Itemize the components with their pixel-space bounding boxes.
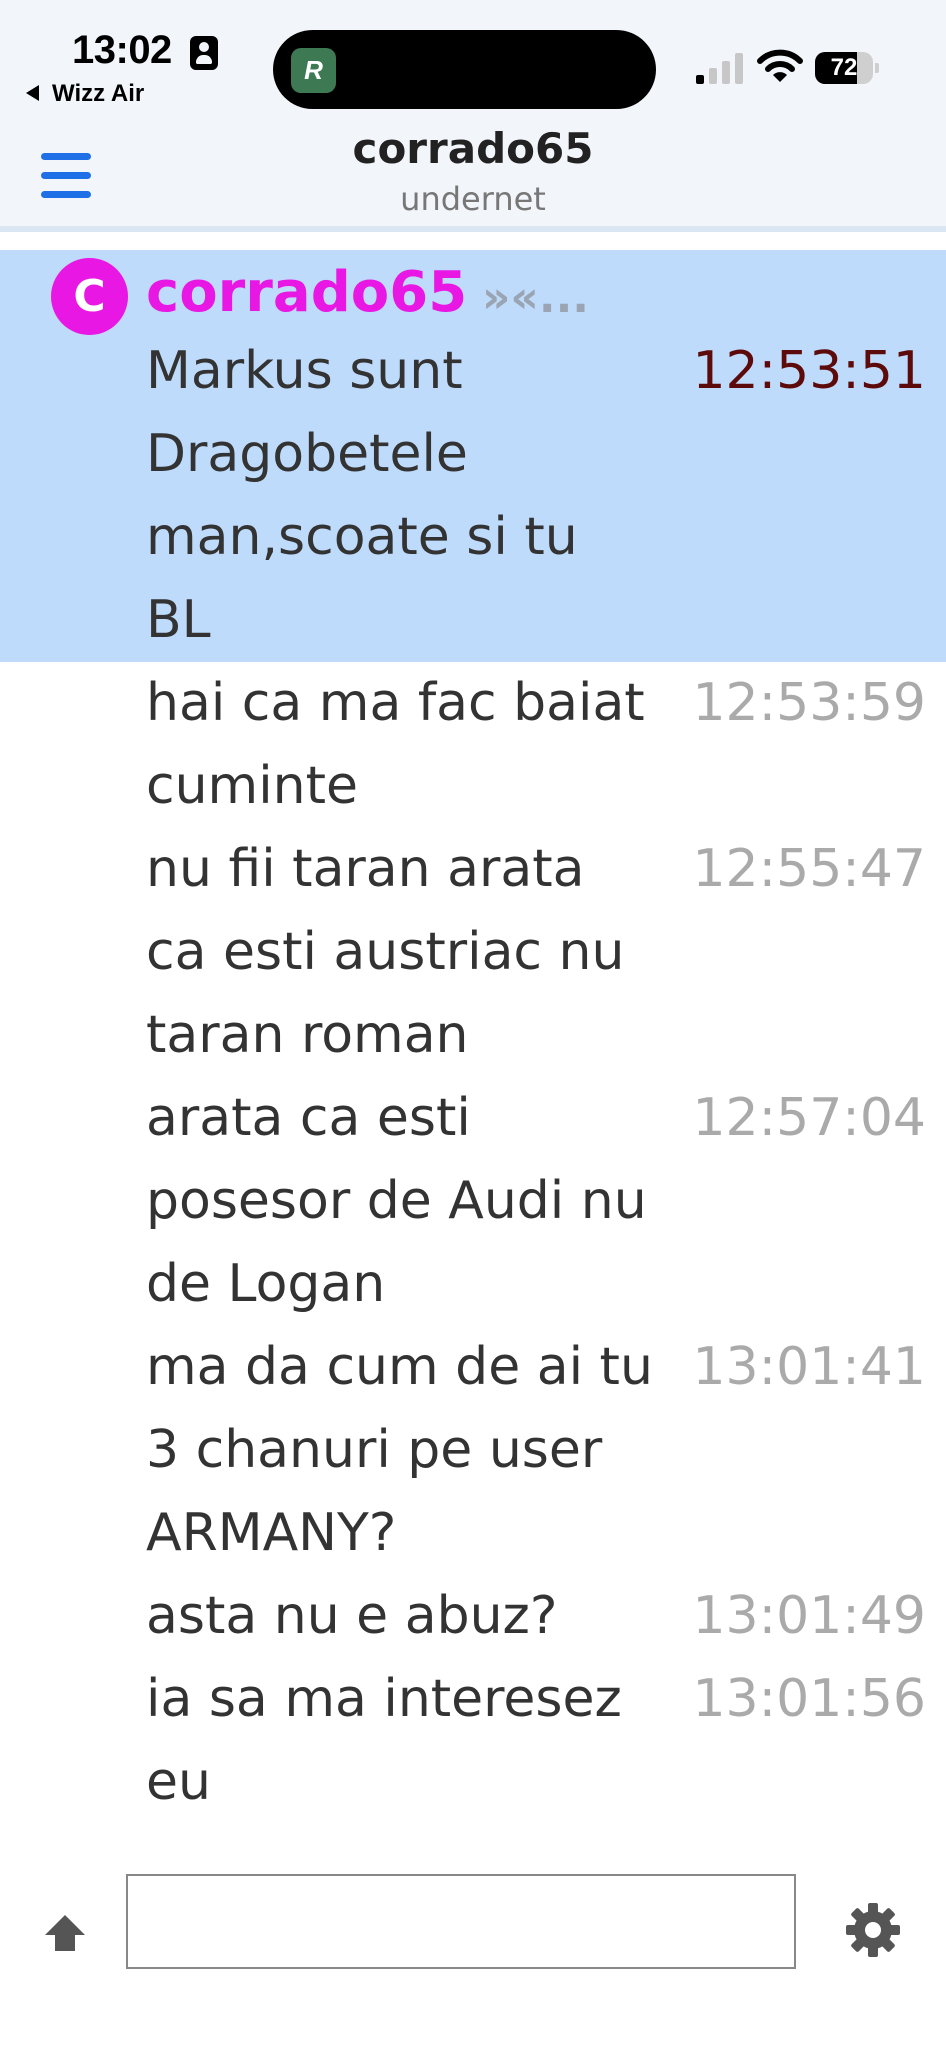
message-time: 12:55:47 [692,839,926,899]
message-time: 13:01:41 [692,1337,926,1397]
wifi-icon [757,49,803,82]
battery-level: 72 [830,54,858,81]
message-row[interactable]: hai ca ma fac baiat cuminte 12:53:59 [0,662,946,828]
message-time: 13:01:56 [692,1669,926,1729]
message-time: 12:53:59 [692,673,926,733]
nick-suffix: »«... [482,272,589,323]
network-name: undernet [400,180,546,218]
message-row[interactable]: ia sa ma interesez eu 13:01:56 [0,1658,946,1824]
message-input[interactable] [126,1874,796,1969]
message-time: 12:53:51 [692,341,926,401]
message-highlighted[interactable]: C corrado65 »«... Markus sunt Dragobetel… [0,250,946,662]
message-row[interactable]: nu fii taran arata ca esti austriac nu t… [0,828,946,1077]
message-text: asta nu e abuz? [146,1586,558,1646]
shift-arrow-icon[interactable] [43,1913,87,1953]
avatar[interactable]: C [51,258,128,335]
status-time: 13:02 [72,28,172,72]
message-text: arata ca esti posesor de Audi nu de Loga… [146,1088,647,1314]
lock-icon [190,36,218,70]
signal-icon [696,52,744,84]
dynamic-island: R [273,30,656,109]
message-row[interactable]: ma da cum de ai tu 3 chanuri pe user ARM… [0,1326,946,1575]
message-text: hai ca ma fac baiat cuminte [146,673,645,816]
message-text: ia sa ma interesez eu [146,1669,622,1812]
nick-label[interactable]: corrado65 [146,260,467,326]
back-to-app-link[interactable]: Wizz Air [52,80,144,108]
message-text: nu fii taran arata ca esti austriac nu t… [146,839,625,1065]
header-divider [0,226,946,232]
message-text: ma da cum de ai tu 3 chanuri pe user ARM… [146,1337,653,1563]
battery-icon: 72 [815,52,879,84]
channel-title: corrado65 [352,124,594,173]
message-row[interactable]: asta nu e abuz? 13:01:49 [0,1575,946,1658]
message-time: 13:01:49 [692,1586,926,1646]
message-text: Markus sunt Dragobetele man,scoate si tu… [146,341,578,650]
message-list[interactable]: C corrado65 »«... Markus sunt Dragobetel… [0,250,946,1824]
gear-icon[interactable] [845,1902,901,1958]
message-row[interactable]: arata ca esti posesor de Audi nu de Loga… [0,1077,946,1326]
app-activity-icon: R [291,48,336,93]
back-chevron-icon[interactable] [26,85,39,101]
message-time: 12:57:04 [692,1088,926,1148]
